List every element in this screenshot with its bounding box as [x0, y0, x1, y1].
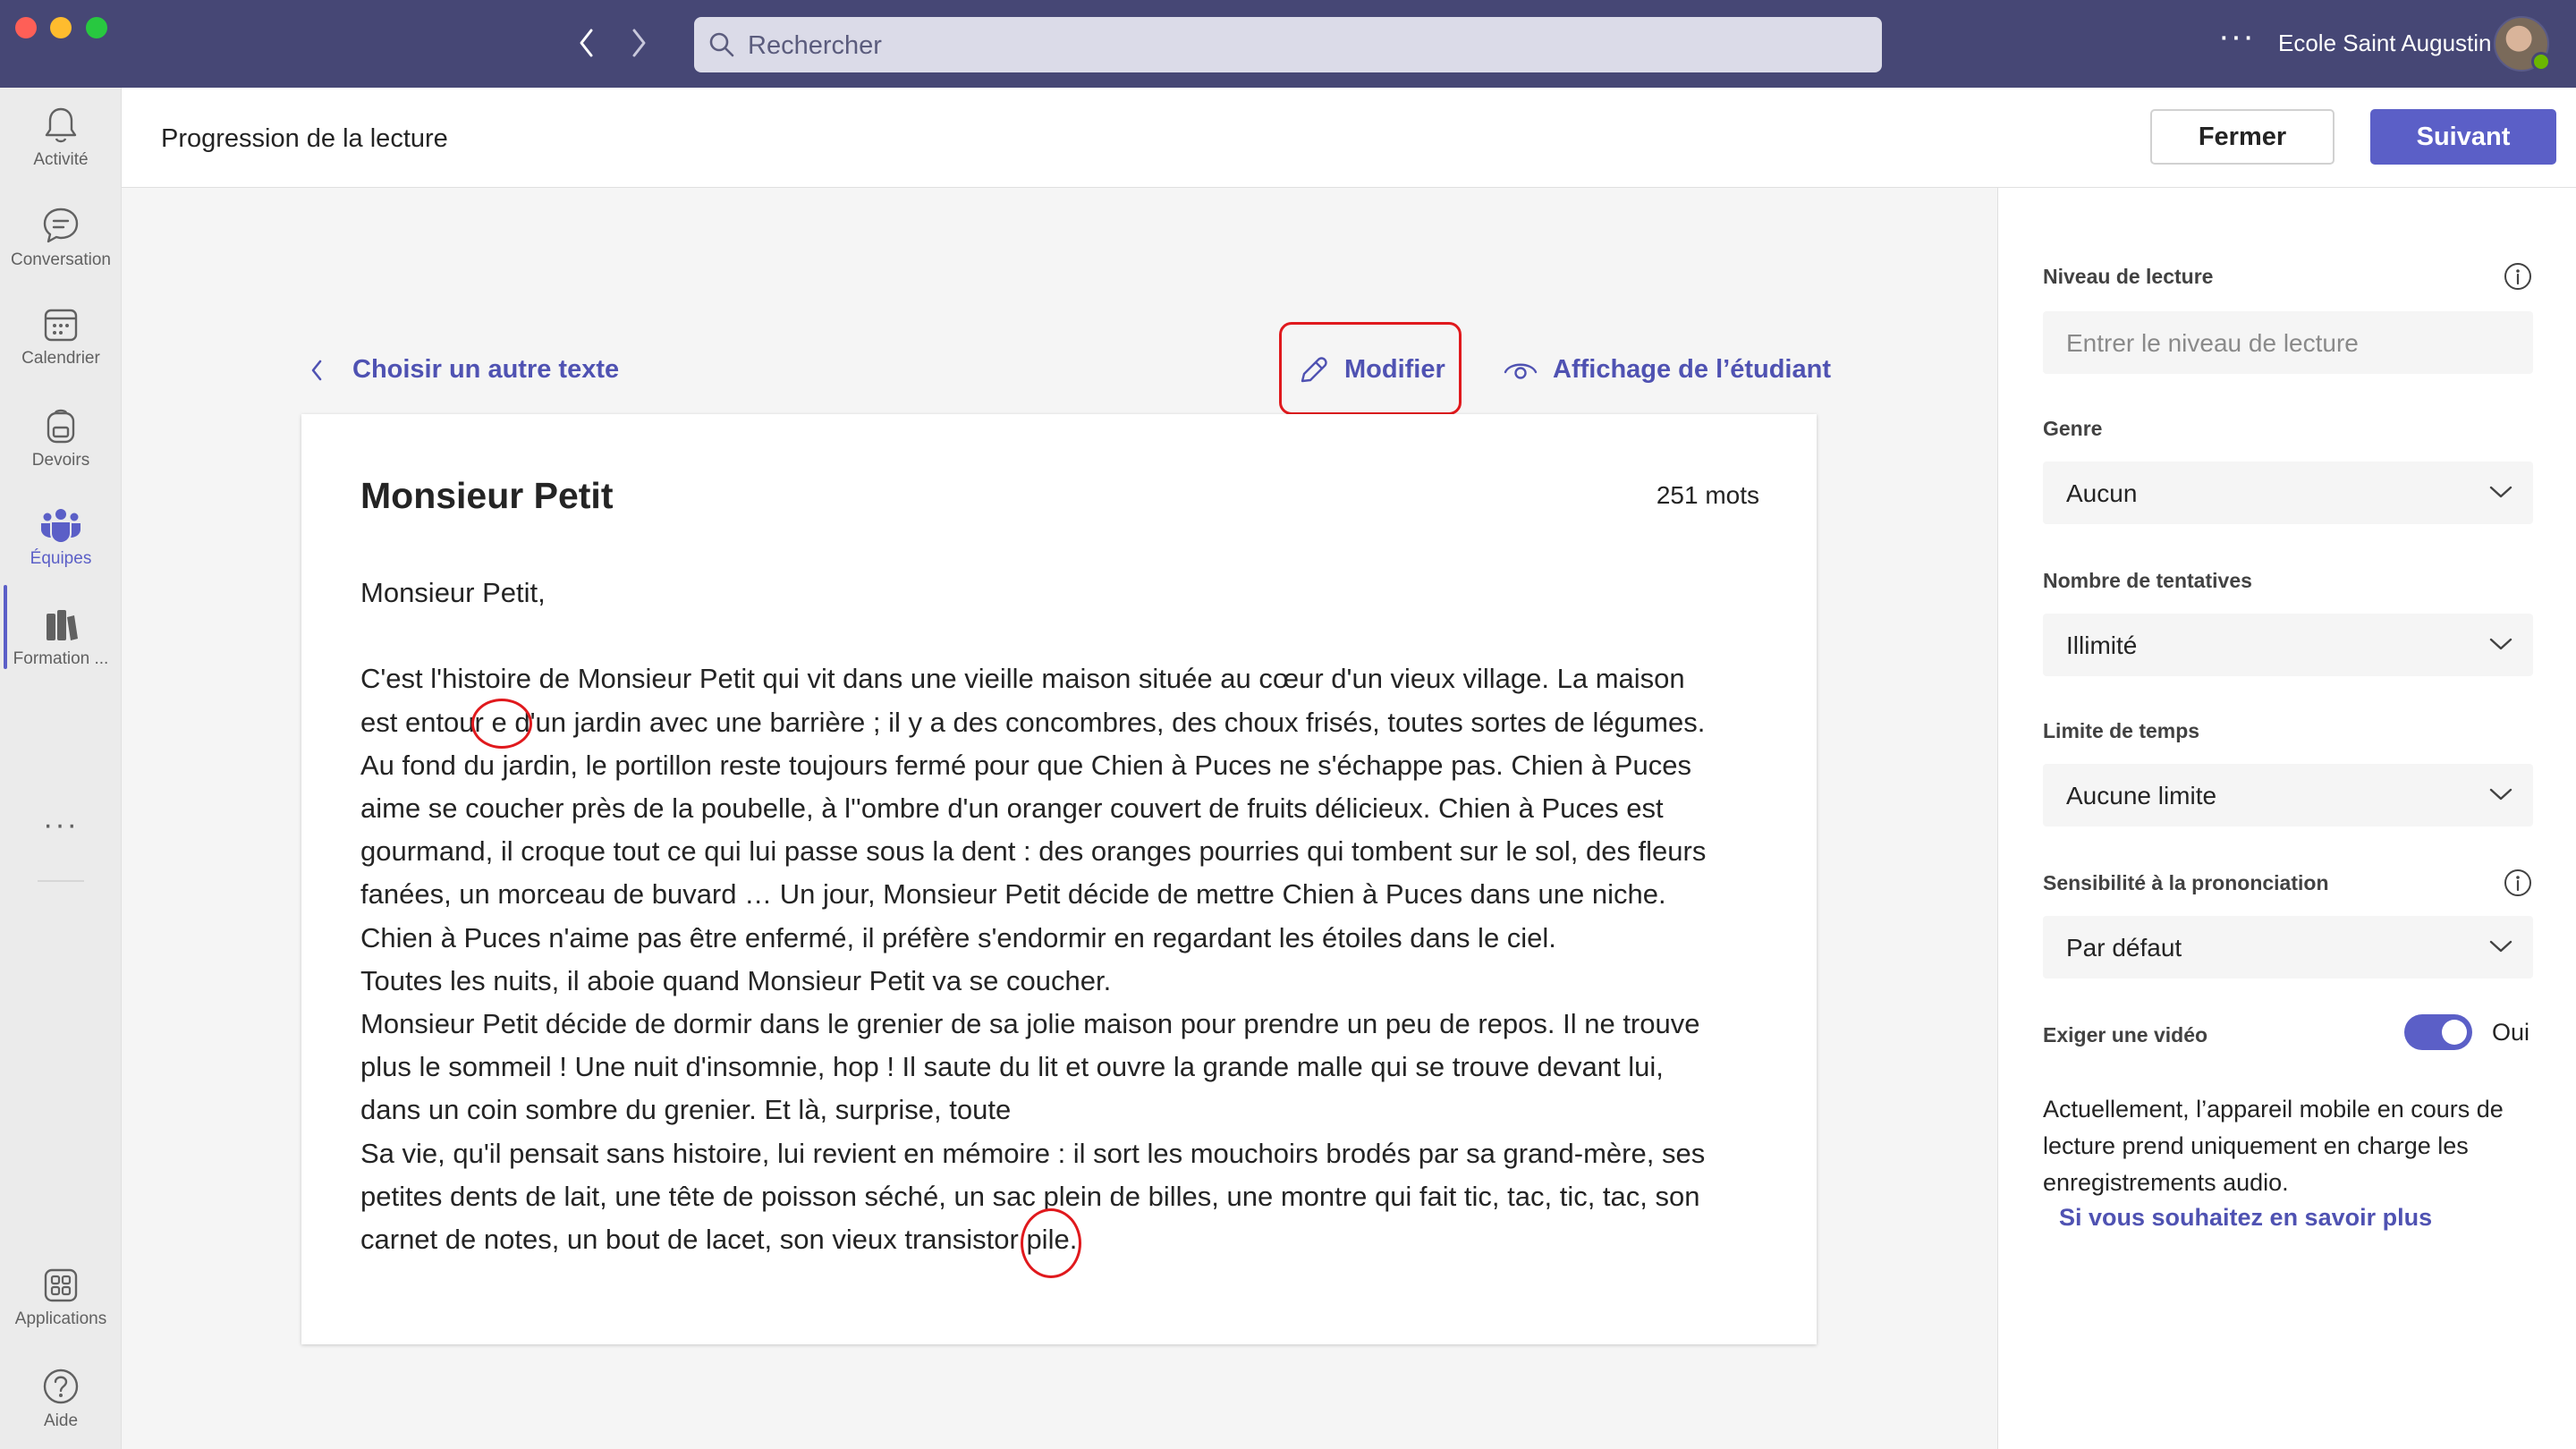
rail-label: Conversation: [11, 250, 111, 269]
audio-support-note: Actuellement, l’appareil mobile en cours…: [2043, 1096, 2504, 1196]
rail-item-applications[interactable]: Applications: [0, 1267, 122, 1356]
require-video-toggle[interactable]: [2404, 1014, 2472, 1050]
pronunciation-sensitivity-select[interactable]: Par défaut: [2043, 916, 2533, 979]
rail-label: Applications: [14, 1309, 107, 1328]
passage-line: Au fond du jardin, le portillon reste to…: [360, 749, 1691, 781]
passage-line: Toutes les nuits, il aboie quand Monsieu…: [360, 964, 1112, 996]
rail-item-calendrier[interactable]: Calendrier: [0, 306, 122, 395]
time-limit-select[interactable]: Aucune limite: [2043, 764, 2533, 826]
bell-icon: [45, 107, 77, 143]
reading-level-label: Niveau de lecture: [2043, 265, 2214, 288]
attempts-select[interactable]: Illimité: [2043, 614, 2533, 676]
pencil-icon[interactable]: [1297, 354, 1329, 386]
window-minimize-control[interactable]: [50, 17, 72, 38]
chevron-down-icon: [2489, 940, 2512, 953]
app-rail: Activité Conversation Calendrier Devoirs: [0, 88, 122, 1449]
choose-other-text-link[interactable]: Choisir un autre texte: [352, 355, 619, 385]
info-icon[interactable]: [2503, 868, 2533, 898]
chevron-left-icon[interactable]: [309, 358, 324, 383]
rail-item-activite[interactable]: Activité: [0, 106, 122, 195]
require-video-label: Exiger une vidéo: [2043, 1023, 2208, 1046]
reading-level-placeholder: Entrer le niveau de lecture: [2066, 329, 2359, 357]
rail-label: Calendrier: [21, 349, 100, 368]
window-close-control[interactable]: [15, 17, 37, 38]
organization-name[interactable]: Ecole Saint Augustin: [2278, 30, 2492, 57]
passage-line: petites dents de lait, une tête de poiss…: [360, 1180, 1700, 1212]
attempts-value: Illimité: [2066, 631, 2138, 659]
rail-label: Équipes: [30, 549, 92, 568]
eye-icon[interactable]: [1503, 357, 1538, 384]
info-icon[interactable]: [2503, 261, 2533, 292]
apps-icon: [44, 1268, 78, 1302]
passage-line: Monsieur Petit,: [360, 577, 546, 608]
pronunciation-sensitivity-value: Par défaut: [2066, 934, 2182, 962]
reading-passage-card: Monsieur Petit 251 mots Monsieur Petit, …: [301, 414, 1817, 1344]
more-options-icon[interactable]: ···: [2218, 18, 2255, 56]
error-annotation-circle: [1021, 1208, 1081, 1278]
calendar-icon: [44, 309, 78, 342]
page-title: Progression de la lecture: [161, 124, 448, 153]
require-video-state: Oui: [2492, 1019, 2530, 1046]
books-icon: [47, 610, 78, 640]
rail-item-formation[interactable]: Formation ...: [0, 606, 122, 696]
rail-item-conversation[interactable]: Conversation: [0, 206, 122, 295]
genre-select[interactable]: Aucun: [2043, 462, 2533, 524]
time-limit-value: Aucune limite: [2066, 782, 2217, 809]
presence-status-icon: [2531, 52, 2551, 72]
time-limit-label: Limite de temps: [2043, 719, 2200, 742]
edit-button[interactable]: Modifier: [1344, 355, 1445, 385]
toggle-knob: [2442, 1020, 2467, 1045]
passage-line: Sa vie, qu'il pensait sans histoire, lui…: [360, 1137, 1706, 1169]
chevron-down-icon: [2489, 638, 2512, 650]
passage-line: plus le sommeil ! Une nuit d'insomnie, h…: [360, 1051, 1664, 1083]
error-annotation-circle: [471, 699, 532, 749]
rail-item-devoirs[interactable]: Devoirs: [0, 406, 122, 496]
passage-line: aime se coucher près de la poubelle, à l…: [360, 792, 1664, 824]
title-bar: Rechercher ··· Ecole Saint Augustin: [0, 0, 2576, 88]
back-arrow-icon[interactable]: [578, 27, 596, 59]
rail-label: Devoirs: [31, 451, 90, 470]
passage-line: C'est l'histoire de Monsieur Petit qui v…: [360, 663, 1685, 695]
word-count: 251 mots: [1656, 481, 1759, 509]
reading-level-input[interactable]: Entrer le niveau de lecture: [2043, 311, 2533, 374]
page-header: Progression de la lecture Fermer Suivant: [122, 88, 2576, 188]
chat-icon: [43, 208, 79, 243]
backpack-icon: [47, 409, 75, 444]
rail-item-aide[interactable]: Aide: [0, 1367, 122, 1449]
chevron-down-icon: [2489, 788, 2512, 801]
rail-label: Formation ...: [13, 649, 109, 668]
passage-line: Monsieur Petit décide de dormir dans le …: [360, 1008, 1700, 1040]
attempts-label: Nombre de tentatives: [2043, 569, 2252, 592]
rail-divider: [38, 880, 84, 882]
window-zoom-control[interactable]: [86, 17, 107, 38]
passage-line: dans un coin sombre du grenier. Et là, s…: [360, 1094, 1012, 1126]
next-button[interactable]: Suivant: [2370, 109, 2556, 165]
passage-line: est entour e d'un jardin avec une barriè…: [360, 706, 1706, 738]
passage-spacer: [360, 614, 1783, 657]
teams-icon: [41, 509, 80, 542]
rail-label: Activité: [33, 150, 89, 169]
genre-value: Aucun: [2066, 479, 2138, 507]
student-view-button[interactable]: Affichage de l’étudiant: [1553, 355, 1831, 385]
more-apps-icon[interactable]: ···: [43, 808, 79, 843]
close-button[interactable]: Fermer: [2150, 109, 2334, 165]
search-bar[interactable]: Rechercher: [694, 17, 1882, 72]
passage-line: Chien à Puces n'aime pas être enfermé, i…: [360, 921, 1556, 953]
passage-text: Monsieur Petit, C'est l'histoire de Mons…: [360, 572, 1783, 1261]
search-icon: [709, 32, 734, 57]
help-icon: [43, 1368, 79, 1404]
passage-title: Monsieur Petit: [360, 475, 614, 516]
rail-label: Aide: [43, 1411, 79, 1430]
chevron-down-icon: [2489, 486, 2512, 498]
passage-line: fanées, un morceau de buvard … Un jour, …: [360, 878, 1666, 911]
rail-item-equipes[interactable]: Équipes: [0, 506, 122, 596]
forward-arrow-icon[interactable]: [630, 27, 648, 59]
genre-label: Genre: [2043, 417, 2103, 440]
search-placeholder: Rechercher: [748, 31, 882, 60]
pronunciation-sensitivity-label: Sensibilité à la prononciation: [2043, 871, 2329, 894]
learn-more-link[interactable]: Si vous souhaitez en savoir plus: [2059, 1204, 2432, 1232]
passage-line: gourmand, il croque tout ce qui lui pass…: [360, 835, 1707, 868]
settings-panel: Niveau de lecture Entrer le niveau de le…: [1997, 188, 2576, 1449]
